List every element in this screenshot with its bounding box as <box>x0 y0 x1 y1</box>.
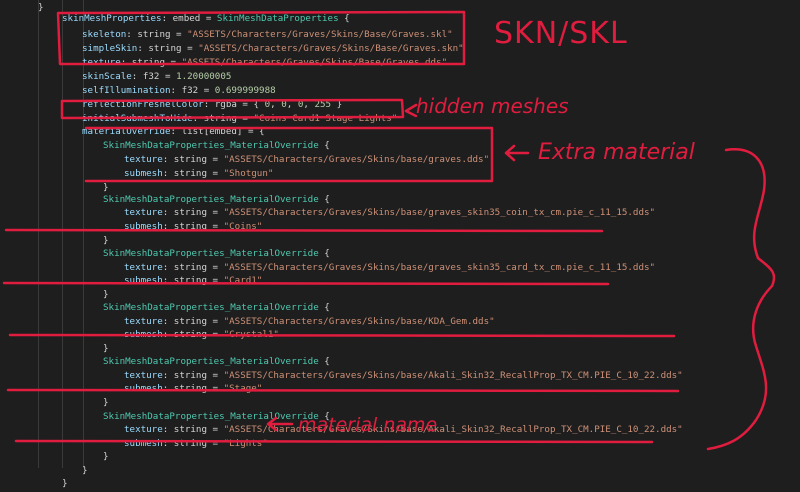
code-token: } <box>62 478 68 489</box>
annotation-overlay <box>2 10 776 451</box>
separator-line <box>8 333 676 338</box>
separator-line <box>14 439 654 444</box>
curly-bracket <box>706 148 776 451</box>
hidden-meshes-box <box>60 98 405 120</box>
code-line-skinmesh-close: } <box>62 476 68 492</box>
extra-material-arrow <box>504 144 530 162</box>
annotation-material-name: material name <box>298 414 438 436</box>
material-name-arrow <box>266 416 294 432</box>
annotation-skn-skl: SKN/SKL <box>494 16 628 51</box>
separator-line <box>4 228 604 233</box>
skn-skl-box <box>56 10 466 66</box>
annotation-hidden-meshes: hidden meshes <box>416 94 569 118</box>
annotation-extra-material: Extra material <box>538 140 695 165</box>
hidden-meshes-arrow <box>404 103 418 118</box>
separator-line <box>2 281 610 286</box>
separator-line <box>6 388 680 393</box>
extra-material-box <box>84 126 494 183</box>
